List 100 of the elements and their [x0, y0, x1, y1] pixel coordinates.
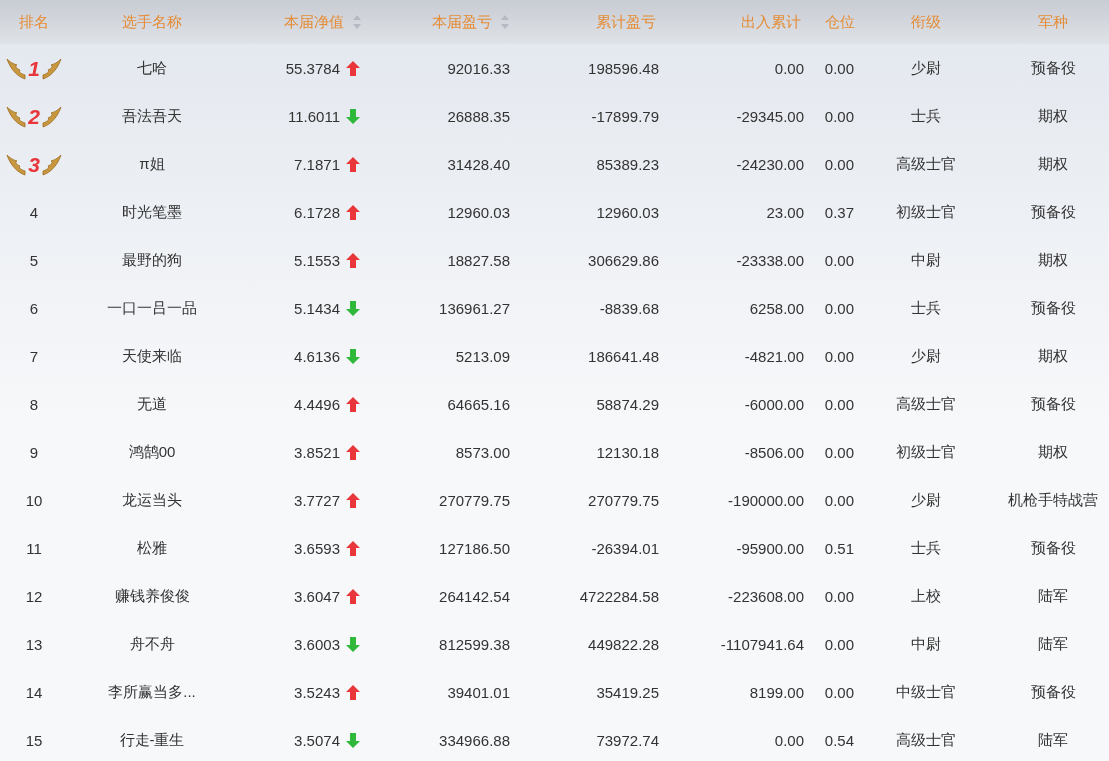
- column-header[interactable]: 本届盈亏: [432, 12, 492, 32]
- rank-number: 8: [28, 395, 40, 413]
- period-pnl: 31428.40: [446, 155, 511, 173]
- position: 0.00: [823, 443, 855, 461]
- player-name: 行走-重生: [118, 730, 186, 750]
- period-pnl: 8573.00: [454, 443, 511, 461]
- net-value: 3.7727: [293, 491, 340, 509]
- grade: 中尉: [910, 250, 942, 270]
- player-name: 李所赢当多...: [107, 682, 197, 702]
- position: 0.54: [823, 731, 855, 749]
- column-header: 衔级: [911, 12, 941, 32]
- flow-total: -6000.00: [743, 395, 805, 413]
- column-header: 军种: [1038, 12, 1068, 32]
- position: 0.00: [823, 299, 855, 317]
- position: 0.51: [823, 539, 855, 557]
- net-value: 5.1553: [293, 251, 340, 269]
- player-name: 松雅: [136, 538, 168, 558]
- period-pnl: 334966.88: [438, 731, 511, 749]
- flow-total: -4821.00: [743, 347, 805, 365]
- rank-number: 2: [28, 105, 40, 127]
- flow-total: -190000.00: [727, 491, 805, 509]
- period-pnl: 812599.38: [438, 635, 511, 653]
- player-name: π姐: [138, 154, 166, 174]
- position: 0.00: [823, 347, 855, 365]
- sort-icon[interactable]: [500, 14, 510, 30]
- total-pnl: 85389.23: [595, 155, 660, 173]
- player-name: 时光笔墨: [121, 202, 183, 222]
- rank-number: 7: [28, 347, 40, 365]
- flow-total: -29345.00: [735, 107, 805, 125]
- total-pnl: 58874.29: [595, 395, 660, 413]
- flow-total: -1107941.64: [719, 635, 805, 653]
- net-value: 3.5243: [293, 683, 340, 701]
- column-header: 选手名称: [122, 12, 182, 32]
- period-pnl: 39401.01: [446, 683, 511, 701]
- position: 0.00: [823, 107, 855, 125]
- rank-number: 3: [28, 153, 40, 175]
- period-pnl: 18827.58: [446, 251, 511, 269]
- rank-number: 12: [24, 587, 44, 605]
- net-value: 3.6593: [293, 539, 340, 557]
- branch: 期权: [1037, 346, 1069, 366]
- total-pnl: 4722284.58: [578, 587, 660, 605]
- net-value: 3.5074: [293, 731, 340, 749]
- period-pnl: 5213.09: [454, 347, 511, 365]
- period-pnl: 136961.27: [438, 299, 511, 317]
- player-name: 一口一吕一品: [106, 298, 198, 318]
- grade: 高级士官: [895, 730, 957, 750]
- net-value: 3.8521: [293, 443, 340, 461]
- rank-number: 10: [24, 491, 44, 509]
- total-pnl: 198596.48: [587, 59, 660, 77]
- rank-number: 4: [28, 203, 40, 221]
- flow-total: -8506.00: [743, 443, 805, 461]
- column-header[interactable]: 本届净值: [284, 12, 344, 32]
- player-name: 最野的狗: [121, 250, 183, 270]
- period-pnl: 92016.33: [446, 59, 511, 77]
- column-header: 出入累计: [741, 12, 801, 32]
- total-pnl: -26394.01: [590, 539, 660, 557]
- rank-number: 9: [28, 443, 40, 461]
- position: 0.00: [823, 635, 855, 653]
- net-value: 3.6003: [293, 635, 340, 653]
- branch: 预备役: [1029, 202, 1077, 222]
- sort-icon[interactable]: [352, 14, 362, 30]
- position: 0.00: [823, 491, 855, 509]
- flow-total: -23338.00: [735, 251, 805, 269]
- total-pnl: 306629.86: [587, 251, 660, 269]
- branch: 预备役: [1029, 394, 1077, 414]
- player-name: 天使来临: [121, 346, 183, 366]
- player-name: 鸿鹄00: [127, 442, 177, 462]
- column-header: 仓位: [825, 12, 855, 32]
- grade: 少尉: [910, 346, 942, 366]
- column-header: 累计盈亏: [596, 12, 656, 32]
- player-name: 吾法吾天: [121, 106, 183, 126]
- flow-total: 8199.00: [748, 683, 805, 701]
- period-pnl: 64665.16: [446, 395, 511, 413]
- rank-number: 14: [24, 683, 44, 701]
- branch: 机枪手特战营: [1007, 490, 1099, 510]
- grade: 士兵: [910, 298, 942, 318]
- player-name: 无道: [136, 394, 168, 414]
- position: 0.00: [823, 251, 855, 269]
- period-pnl: 26888.35: [446, 107, 511, 125]
- branch: 陆军: [1037, 730, 1069, 750]
- grade: 少尉: [910, 58, 942, 78]
- net-value: 7.1871: [293, 155, 340, 173]
- grade: 少尉: [910, 490, 942, 510]
- flow-total: -223608.00: [727, 587, 805, 605]
- flow-total: 23.00: [765, 203, 805, 221]
- rank-number: 11: [25, 539, 43, 557]
- branch: 预备役: [1029, 58, 1077, 78]
- rank-number: 5: [28, 251, 40, 269]
- column-header: 排名: [19, 12, 49, 32]
- grade: 士兵: [910, 106, 942, 126]
- grade: 初级士官: [895, 202, 957, 222]
- player-name: 赚钱养俊俊: [113, 586, 191, 606]
- branch: 陆军: [1037, 586, 1069, 606]
- flow-total: 0.00: [773, 59, 805, 77]
- period-pnl: 12960.03: [446, 203, 511, 221]
- position: 0.00: [823, 587, 855, 605]
- rank-number: 15: [24, 731, 44, 749]
- net-value: 55.3784: [284, 59, 340, 77]
- branch: 期权: [1037, 442, 1069, 462]
- total-pnl: 186641.48: [587, 347, 660, 365]
